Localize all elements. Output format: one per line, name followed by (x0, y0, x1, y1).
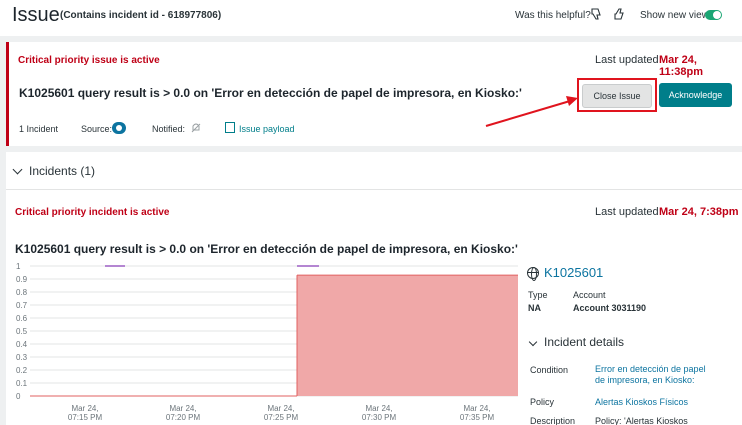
source-icon (112, 122, 126, 134)
incident-details-title[interactable]: Incident details (544, 335, 624, 349)
x-tick-date: Mar 24, (71, 404, 98, 413)
incident-last-updated-label: Last updated (595, 206, 659, 218)
y-tick-label: 0.4 (16, 340, 28, 349)
entity-account-value: Account 3031190 (573, 303, 647, 313)
thumbs-down-icon[interactable] (589, 7, 603, 21)
issue-last-updated-label: Last updated (595, 54, 659, 66)
x-tick-date: Mar 24, (267, 404, 294, 413)
page-title: Issue (12, 4, 60, 26)
thumbs-up-icon[interactable] (612, 7, 626, 21)
policy-link[interactable]: Alertas Kioskos Físicos (595, 397, 688, 408)
x-tick-time: 07:30 PM (362, 413, 397, 422)
y-tick-label: 0.5 (16, 327, 28, 336)
y-tick-label: 0.2 (16, 366, 28, 375)
y-tick-label: 0.8 (16, 288, 28, 297)
incident-priority-text: Critical priority incident is active (15, 207, 170, 218)
page-header: Issue (Contains incident id - 618977806)… (0, 0, 742, 36)
helpful-label: Was this helpful? (515, 10, 591, 21)
incidents-section-title[interactable]: Incidents (1) (29, 164, 95, 178)
y-tick-label: 0.7 (16, 301, 28, 310)
y-tick-label: 0.6 (16, 314, 28, 323)
incident-count[interactable]: 1 Incident (19, 124, 58, 134)
x-tick-time: 07:35 PM (460, 413, 495, 422)
entity-type-label: Type (528, 290, 548, 300)
entity-type-value: NA (528, 303, 541, 313)
description-value: Policy: 'Alertas Kioskos (595, 416, 688, 425)
new-view-toggle[interactable] (705, 10, 722, 20)
description-label: Description (530, 416, 576, 425)
new-view-label: Show new view (640, 10, 709, 21)
x-tick-time: 07:25 PM (264, 413, 299, 422)
policy-label: Policy (530, 397, 555, 407)
condition-label: Condition (530, 365, 569, 375)
issue-last-updated-value: Mar 24, 11:38pm (659, 54, 704, 78)
condition-link-line1[interactable]: Error en detección de papel (595, 364, 706, 375)
annotation-highlight-box (577, 78, 657, 112)
incident-chart: 10.90.80.70.60.50.40.30.20.10Mar 24,07:1… (16, 262, 518, 422)
incident-id-subtitle: (Contains incident id - 618977806) (60, 10, 222, 21)
acknowledge-button[interactable]: Acknowledge (659, 83, 732, 107)
globe-icon (527, 267, 539, 281)
x-tick-date: Mar 24, (169, 404, 196, 413)
incidents-section-header[interactable] (6, 152, 742, 190)
issue-priority-text: Critical priority issue is active (18, 55, 160, 66)
issue-payload-link[interactable]: Issue payload (239, 124, 295, 134)
x-tick-time: 07:20 PM (166, 413, 201, 422)
x-tick-date: Mar 24, (365, 404, 392, 413)
issue-title: K1025601 query result is > 0.0 on 'Error… (19, 86, 522, 100)
y-tick-label: 0 (16, 392, 21, 401)
incident-last-updated-value: Mar 24, 7:38pm (659, 206, 739, 218)
notified-icon (191, 123, 201, 133)
entity-account-label: Account (573, 290, 606, 300)
y-tick-label: 0.9 (16, 275, 28, 284)
notified-label: Notified: (152, 124, 186, 134)
y-tick-label: 1 (16, 262, 21, 271)
y-tick-label: 0.3 (16, 353, 28, 362)
incident-title: K1025601 query result is > 0.0 on 'Error… (15, 242, 518, 256)
y-tick-label: 0.1 (16, 379, 28, 388)
payload-icon (225, 122, 235, 133)
x-tick-date: Mar 24, (463, 404, 490, 413)
threshold-region (297, 275, 518, 396)
x-tick-time: 07:15 PM (68, 413, 103, 422)
source-label: Source: (81, 124, 113, 134)
condition-link-line2[interactable]: de impresora, en Kiosko: (595, 375, 695, 386)
entity-link[interactable]: K1025601 (544, 265, 603, 280)
